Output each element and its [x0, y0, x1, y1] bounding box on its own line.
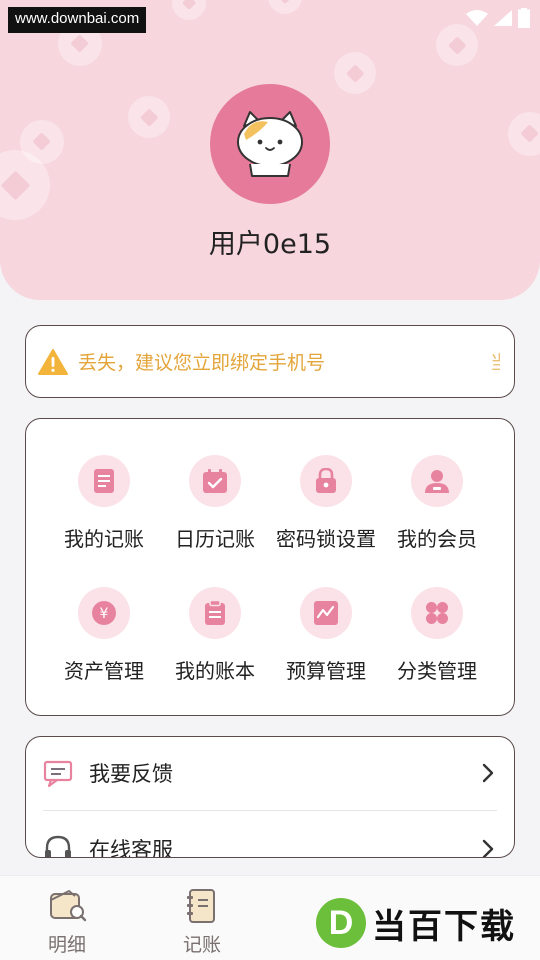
- menu-my-membership[interactable]: 我的会员: [377, 455, 497, 552]
- menu-label: 我的账本: [175, 659, 255, 683]
- menu-label: 我的会员: [397, 527, 477, 551]
- yen-icon: ¥: [78, 587, 130, 639]
- status-bar: [466, 8, 530, 28]
- ledger-icon: [78, 455, 130, 507]
- profile-header: 用户0e15: [0, 0, 540, 300]
- bind-phone-notice[interactable]: 丢失，建议您立即绑定手机号 当: [25, 325, 515, 398]
- coin-decoration: [20, 120, 64, 164]
- warning-icon: [38, 348, 68, 375]
- calendar-icon: [189, 455, 241, 507]
- menu-asset-management[interactable]: ¥ 资产管理: [44, 587, 164, 684]
- menu-label: 我的记账: [64, 527, 144, 551]
- cat-avatar-icon: [237, 111, 303, 177]
- svg-text:¥: ¥: [100, 606, 109, 622]
- budget-chart-icon: [300, 587, 352, 639]
- coin-decoration: [508, 112, 540, 156]
- notice-scroll-tail: 当: [490, 348, 500, 375]
- logo-brand-text: 当百下载: [372, 906, 516, 947]
- feature-grid: 我的记账 日历记账 密码锁设置 我的会员 ¥ 资产管理 我的账本 预算管理 分类…: [25, 418, 515, 716]
- avatar[interactable]: [210, 84, 330, 204]
- menu-category-management[interactable]: 分类管理: [377, 587, 497, 684]
- list-divider: [43, 810, 497, 811]
- coin-decoration: [268, 0, 302, 14]
- coin-decoration: [436, 24, 478, 66]
- menu-label: 日历记账: [175, 527, 255, 551]
- menu-my-ledger[interactable]: 我的记账: [44, 455, 164, 552]
- notebook-pen-icon: [187, 889, 215, 923]
- service-list: 我要反馈 在线客服: [25, 736, 515, 858]
- battery-icon: [518, 8, 530, 28]
- menu-budget-management[interactable]: 预算管理: [266, 587, 386, 684]
- online-service-label: 在线客服: [89, 838, 173, 858]
- downbai-logo: D 当百下载: [316, 898, 516, 948]
- logo-badge: D: [316, 898, 366, 948]
- nav-detail-label: 明细: [47, 934, 86, 956]
- signal-icon: [494, 10, 512, 26]
- headset-icon: [45, 835, 71, 857]
- nav-record-label: 记账: [182, 934, 221, 956]
- menu-password-lock[interactable]: 密码锁设置: [266, 455, 386, 552]
- coin-decoration: [334, 52, 376, 94]
- menu-my-account-book[interactable]: 我的账本: [155, 587, 275, 684]
- site-watermark: www.downbai.com: [8, 7, 147, 33]
- feedback-label: 我要反馈: [89, 762, 173, 786]
- menu-label: 密码锁设置: [276, 527, 376, 551]
- wallet-icon: [50, 889, 87, 922]
- notebook-icon: [189, 587, 241, 639]
- chevron-right-icon: [482, 839, 494, 857]
- lock-icon: [300, 455, 352, 507]
- wifi-icon: [466, 10, 488, 26]
- menu-label: 资产管理: [64, 659, 144, 683]
- coin-decoration: [172, 0, 206, 20]
- menu-calendar-ledger[interactable]: 日历记账: [155, 455, 275, 552]
- menu-label: 分类管理: [397, 659, 477, 683]
- nav-record[interactable]: 记账: [162, 888, 242, 957]
- username: 用户0e15: [208, 229, 332, 260]
- feedback-icon: [43, 760, 73, 788]
- coin-decoration: [128, 96, 170, 138]
- member-icon: [411, 455, 463, 507]
- category-icon: [411, 587, 463, 639]
- feedback-row[interactable]: 我要反馈: [26, 737, 514, 809]
- online-service-row[interactable]: 在线客服: [26, 813, 514, 858]
- nav-detail[interactable]: 明细: [27, 888, 107, 957]
- notice-text: 丢失，建议您立即绑定手机号: [78, 352, 326, 374]
- chevron-right-icon: [482, 763, 494, 783]
- menu-label: 预算管理: [286, 659, 366, 683]
